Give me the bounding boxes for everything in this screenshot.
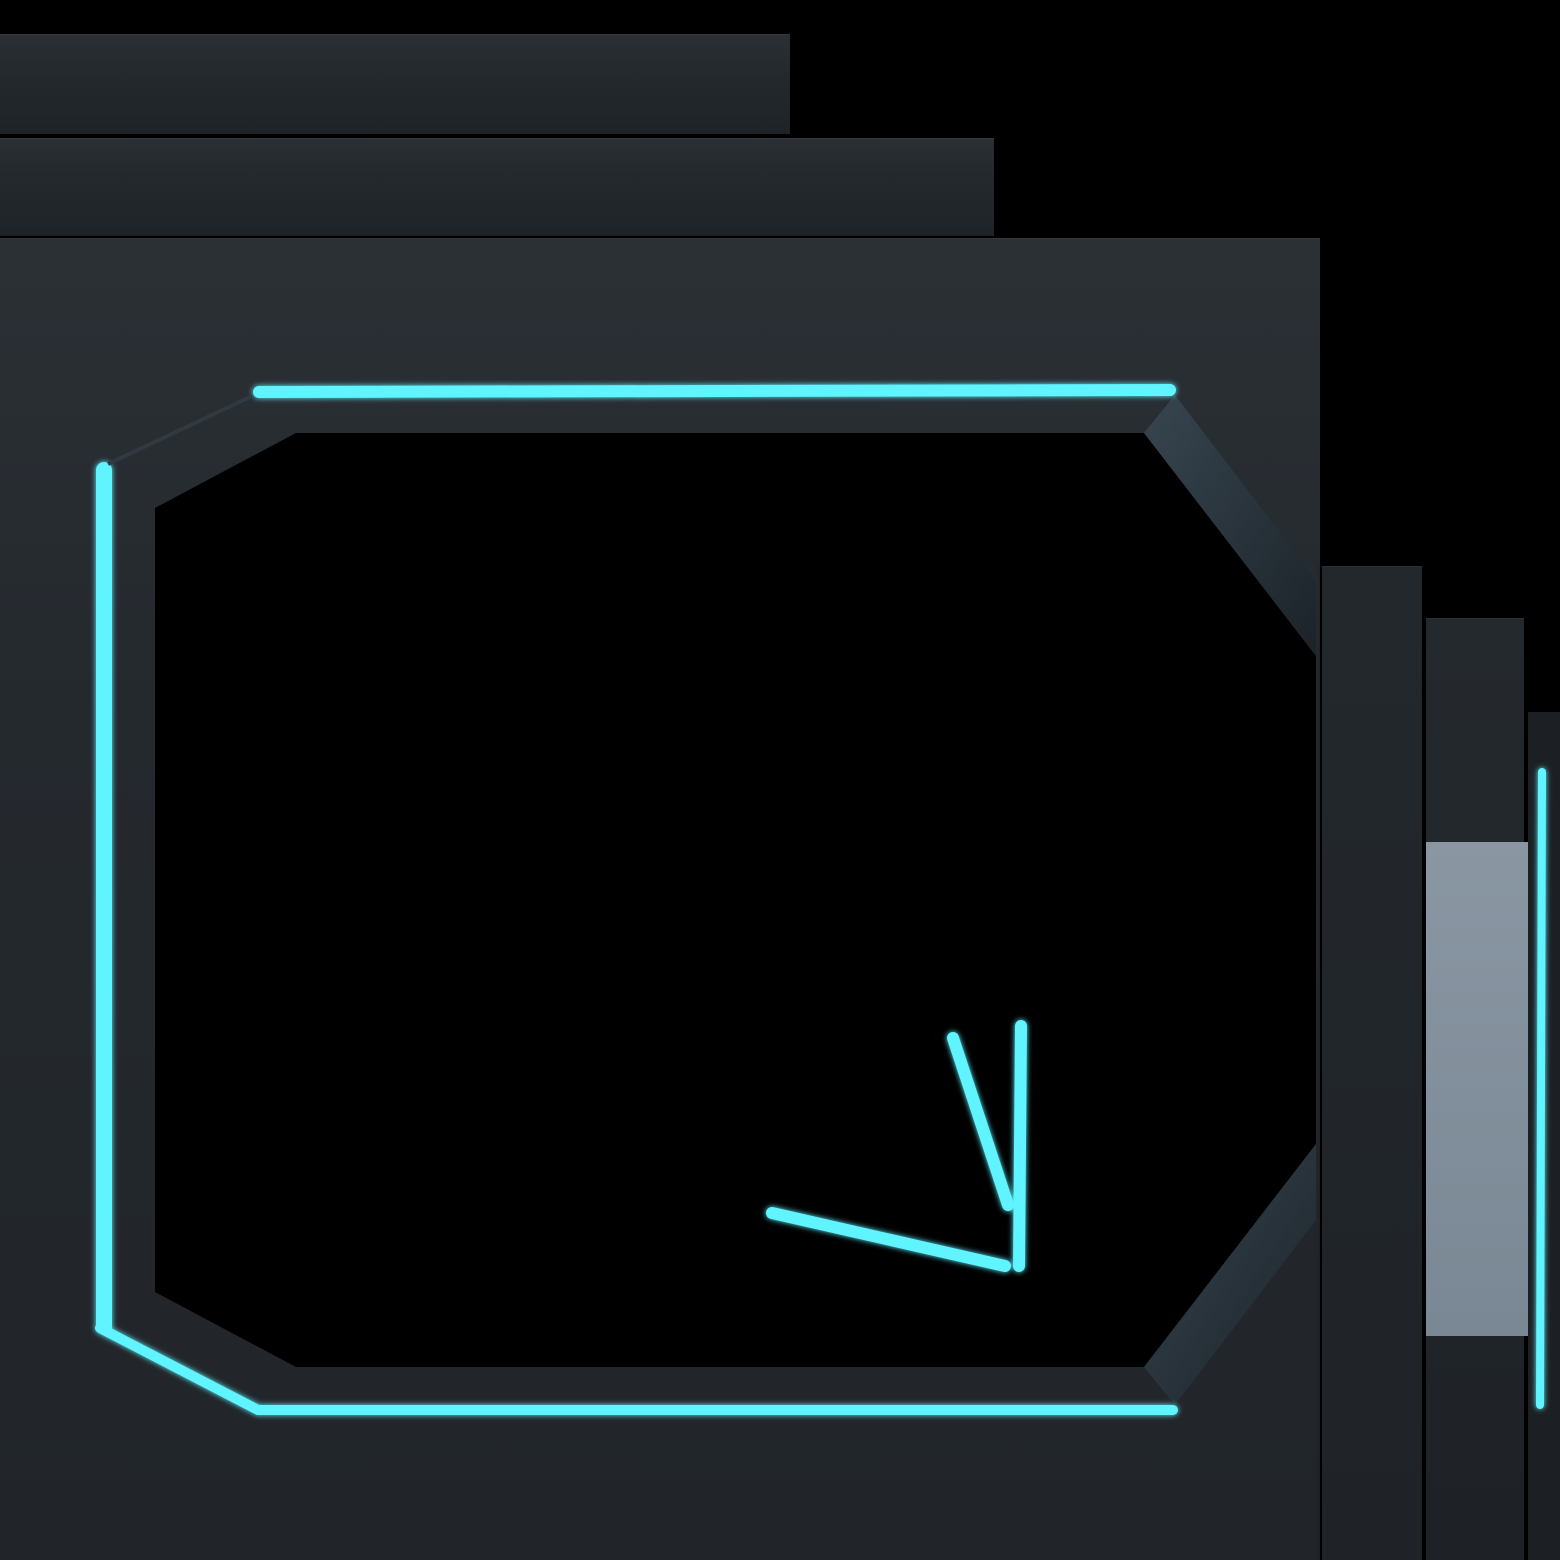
frame-corner-top-left — [107, 394, 253, 466]
frame-overlay — [95, 384, 1546, 1415]
scene-canvas — [0, 0, 1560, 1560]
screen-display[interactable] — [155, 433, 1316, 1367]
